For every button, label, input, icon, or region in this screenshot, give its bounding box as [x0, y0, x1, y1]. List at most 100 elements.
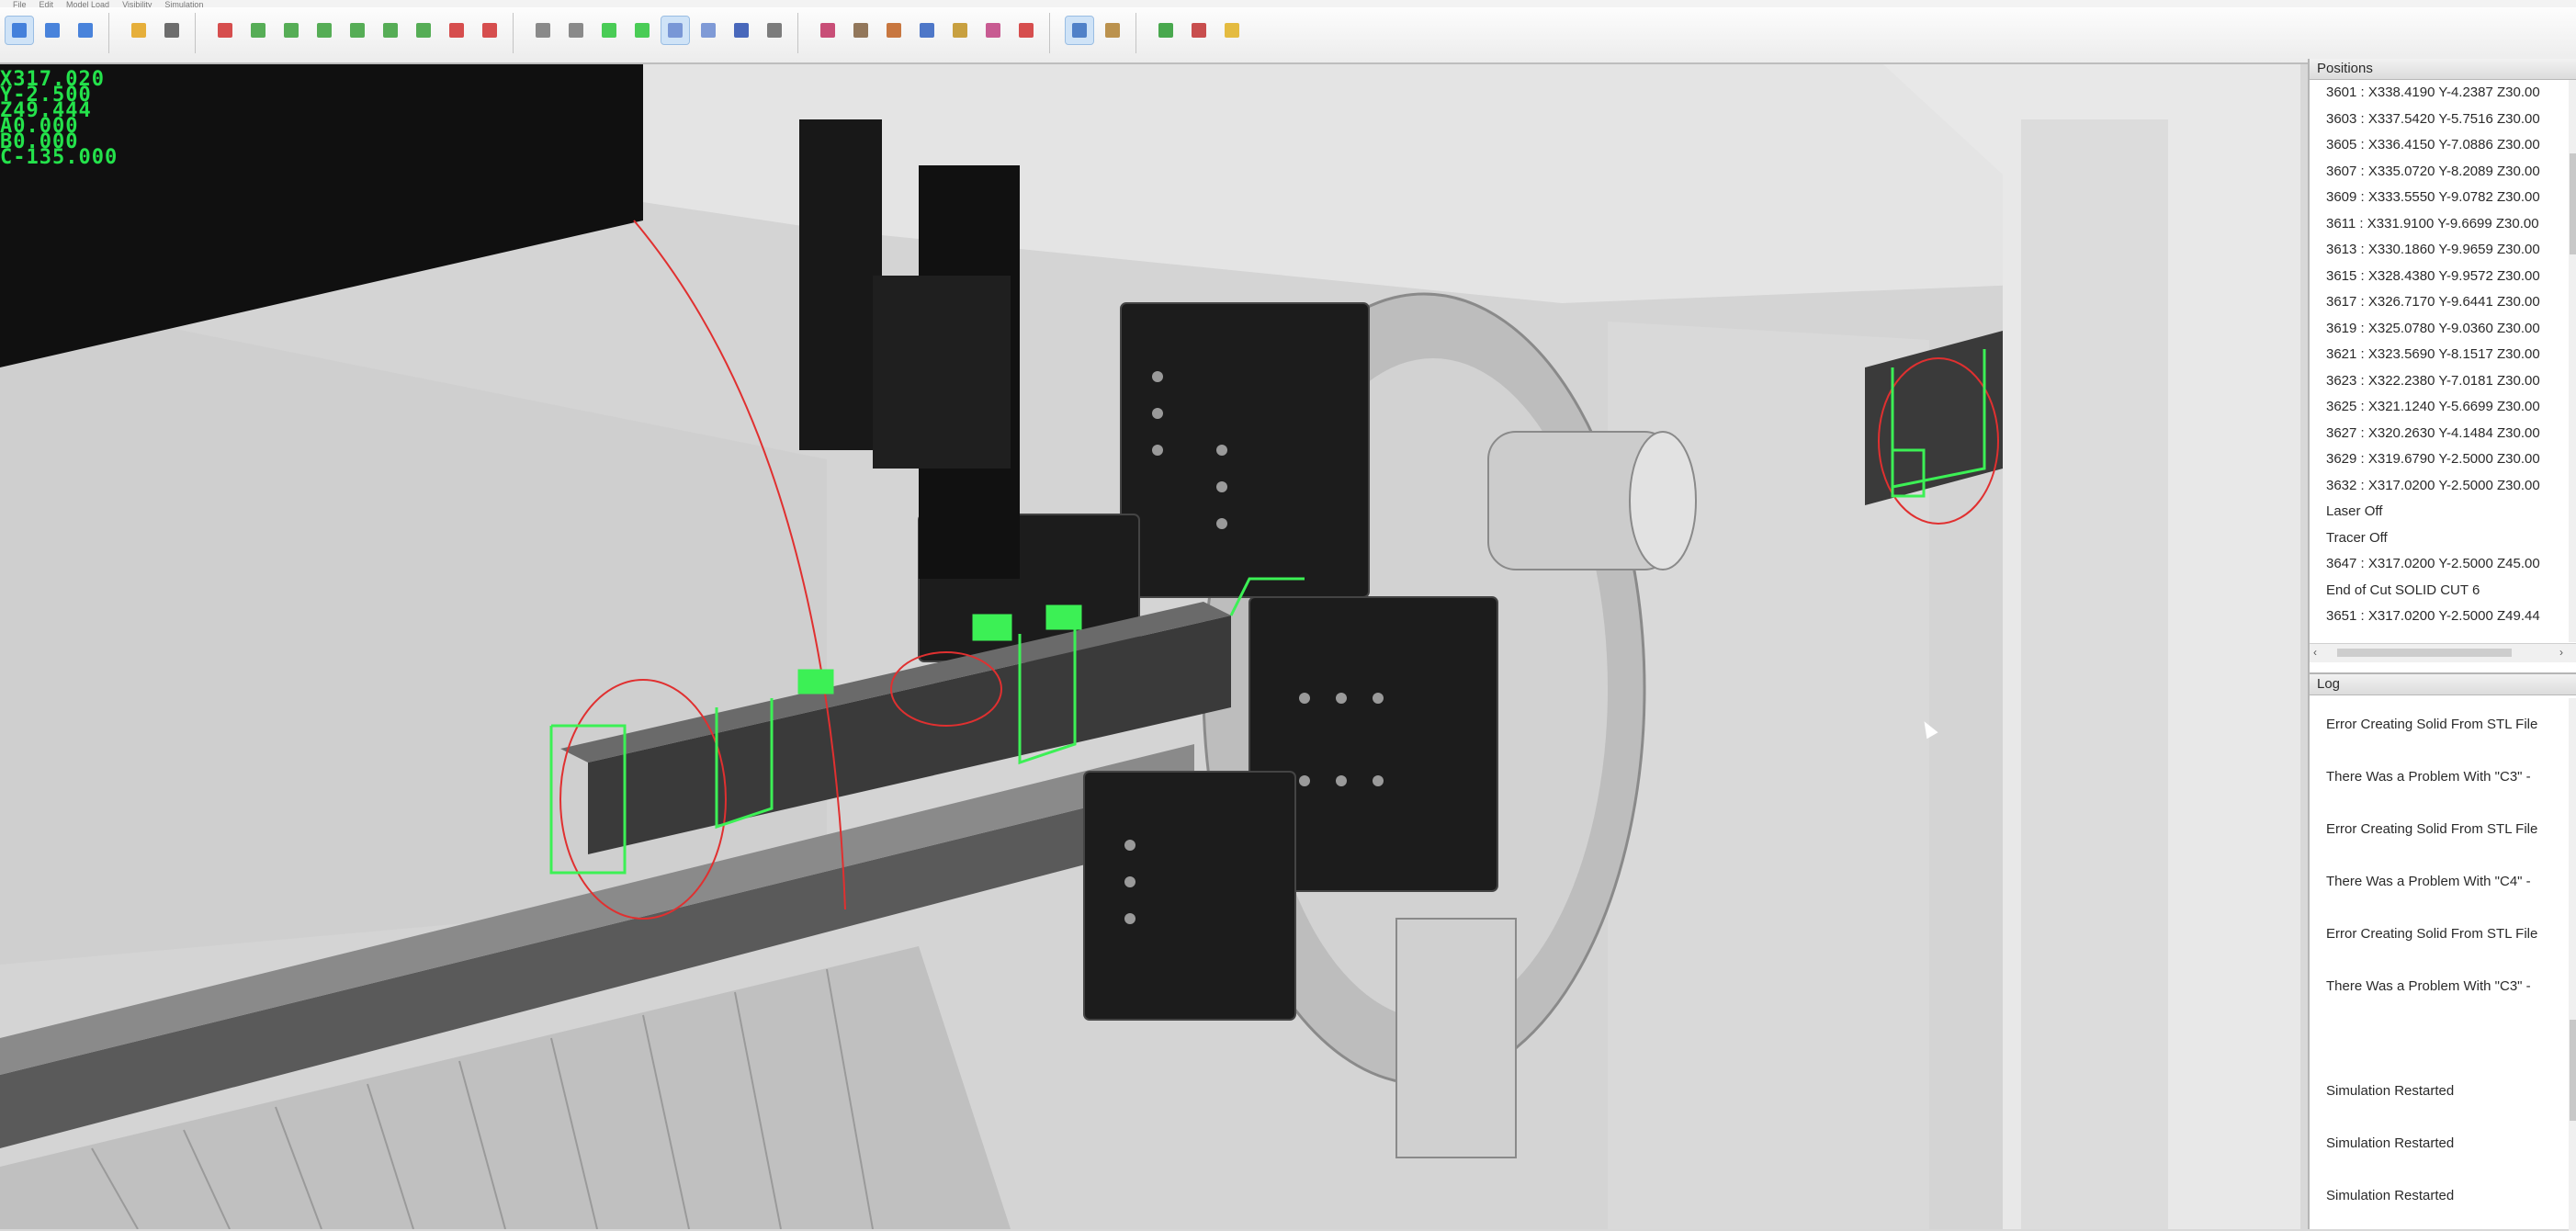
position-row[interactable]: 3603 : X337.5420 Y-5.7516 Z30.00: [2310, 107, 2567, 133]
log-title: Log: [2310, 674, 2576, 695]
sim-run-icon: [920, 23, 934, 38]
sim-start-button[interactable]: [814, 17, 842, 44]
view-back-icon: [416, 23, 431, 38]
position-row[interactable]: 3629 : X319.6790 Y-2.5000 Z30.00: [2310, 446, 2567, 473]
log-entry: Error Creating Solid From STL File: [2326, 926, 2538, 942]
log-entry: There Was a Problem With "C3" -: [2326, 978, 2531, 994]
position-row[interactable]: 3607 : X335.0720 Y-8.2089 Z30.00: [2310, 159, 2567, 186]
log-list[interactable]: Error Creating Solid From STL File There …: [2310, 698, 2569, 1231]
view-bottom-button[interactable]: [377, 17, 404, 44]
log-entry: Simulation Restarted: [2326, 1135, 2455, 1151]
scroll-left-icon[interactable]: ‹: [2313, 646, 2317, 659]
position-row[interactable]: 3615 : X328.4380 Y-9.9572 Z30.00: [2310, 264, 2567, 290]
wireframe-button[interactable]: [529, 17, 557, 44]
positions-panel: Positions 3601 : X338.4190 Y-4.2387 Z30.…: [2310, 59, 2576, 665]
collision-button[interactable]: [1152, 17, 1180, 44]
toggle-part-button[interactable]: [443, 17, 470, 44]
hidden-line-button[interactable]: [562, 17, 590, 44]
shaded-button[interactable]: [595, 17, 623, 44]
log-entry: Simulation Restarted: [2326, 1188, 2455, 1203]
sim-reverse-button[interactable]: [979, 17, 1007, 44]
settings-button[interactable]: [1218, 17, 1246, 44]
pan-hand-icon: [164, 23, 179, 38]
view-front-button[interactable]: [277, 17, 305, 44]
menu-bar[interactable]: File Edit Model Load Visibility Simulation: [0, 0, 2576, 7]
shaded-icon: [602, 23, 616, 38]
axis-triad-button[interactable]: [211, 17, 239, 44]
sim-pause-button[interactable]: [880, 17, 908, 44]
stock-button[interactable]: [761, 17, 788, 44]
sim-run-button[interactable]: [913, 17, 941, 44]
position-row[interactable]: 3617 : X326.7170 Y-9.6441 Z30.00: [2310, 289, 2567, 316]
menu-item[interactable]: Model Load: [66, 0, 109, 7]
view-iso-button[interactable]: [244, 17, 272, 44]
scroll-right-icon[interactable]: ›: [2559, 646, 2563, 659]
position-row[interactable]: 3611 : X331.9100 Y-9.6699 Z30.00: [2310, 211, 2567, 238]
view-back-button[interactable]: [410, 17, 437, 44]
sim-fast-button[interactable]: [946, 17, 974, 44]
select-frame-button[interactable]: [5, 16, 34, 45]
log-vertical-scrollbar[interactable]: [2569, 698, 2576, 1231]
toolbar-separator: [1135, 13, 1136, 53]
shaded-edges-button[interactable]: [628, 17, 656, 44]
measure-icon: [1105, 23, 1120, 38]
position-row[interactable]: 3623 : X322.2380 Y-7.0181 Z30.00: [2310, 368, 2567, 395]
menu-item[interactable]: Visibility: [122, 0, 152, 7]
sim-stop-button[interactable]: [1012, 17, 1040, 44]
position-row[interactable]: 3613 : X330.1860 Y-9.9659 Z30.00: [2310, 237, 2567, 264]
position-row[interactable]: 3621 : X323.5690 Y-8.1517 Z30.00: [2310, 342, 2567, 368]
position-row[interactable]: 3625 : X321.1240 Y-5.6699 Z30.00: [2310, 394, 2567, 421]
position-row[interactable]: 3609 : X333.5550 Y-9.0782 Z30.00: [2310, 185, 2567, 211]
log-entry: Error Creating Solid From STL File: [2326, 717, 2538, 732]
view-side-icon: [317, 23, 332, 38]
menu-item[interactable]: File: [13, 0, 27, 7]
zoom-extents-button[interactable]: [39, 17, 66, 44]
dro-readout: X317.020 Y-2.500 Z49.444 A0.000 B0.000 C-135.…: [0, 70, 119, 169]
toggle-path-button[interactable]: [476, 17, 503, 44]
toggle-part-icon: [449, 23, 464, 38]
position-row[interactable]: End of Cut SOLID CUT 6: [2310, 578, 2567, 604]
menu-item[interactable]: Simulation: [164, 0, 203, 7]
position-row[interactable]: 3601 : X338.4190 Y-4.2387 Z30.00: [2310, 80, 2567, 107]
toolbar-separator: [797, 13, 798, 53]
position-row[interactable]: 3651 : X317.0200 Y-2.5000 Z49.44: [2310, 604, 2567, 630]
position-row[interactable]: Laser Off: [2310, 499, 2567, 525]
scroll-thumb[interactable]: [2570, 153, 2576, 254]
position-row[interactable]: Tracer Off: [2310, 525, 2567, 552]
wireframe-icon: [536, 23, 550, 38]
transparent-button[interactable]: [661, 16, 690, 45]
position-row[interactable]: 3627 : X320.2630 Y-4.1484 Z30.00: [2310, 421, 2567, 447]
view-side-button[interactable]: [311, 17, 338, 44]
toolbar-separator: [1049, 13, 1050, 53]
measure-button[interactable]: [1099, 17, 1126, 44]
material-button[interactable]: [728, 17, 755, 44]
log-entry: Error Creating Solid From STL File: [2326, 821, 2538, 837]
position-row[interactable]: 3632 : X317.0200 Y-2.5000 Z30.00: [2310, 473, 2567, 500]
position-row[interactable]: 3647 : X317.0200 Y-2.5000 Z45.00: [2310, 551, 2567, 578]
scroll-thumb[interactable]: [2337, 649, 2512, 657]
menu-item[interactable]: Edit: [40, 0, 54, 7]
select-frame-icon: [12, 23, 27, 38]
axis-triad-icon: [218, 23, 232, 38]
tree-button[interactable]: [1185, 17, 1213, 44]
pointer-button[interactable]: [125, 17, 153, 44]
view-top-button[interactable]: [344, 17, 371, 44]
toolbar-separator: [108, 13, 109, 53]
dro-line: C-135.000: [0, 146, 119, 169]
collision-icon: [1158, 23, 1173, 38]
log-panel: Log Error Creating Solid From STL File Th…: [2310, 672, 2576, 1231]
view-fit-button[interactable]: [72, 17, 99, 44]
view-front-icon: [284, 23, 299, 38]
position-row[interactable]: 3605 : X336.4150 Y-7.0886 Z30.00: [2310, 132, 2567, 159]
outline-icon: [701, 23, 716, 38]
3d-viewport[interactable]: X317.020 Y-2.500 Z49.444 A0.000 B0.000 C-135.…: [0, 64, 2300, 1229]
positions-vertical-scrollbar[interactable]: [2569, 80, 2576, 642]
position-row[interactable]: 3619 : X325.0780 Y-9.0360 Z30.00: [2310, 316, 2567, 343]
pan-hand-button[interactable]: [158, 17, 186, 44]
positions-list[interactable]: 3601 : X338.4190 Y-4.2387 Z30.00 3603 : X…: [2310, 80, 2567, 640]
outline-button[interactable]: [695, 17, 722, 44]
pencil-button[interactable]: [1065, 16, 1094, 45]
sim-step-button[interactable]: [847, 17, 875, 44]
scroll-thumb[interactable]: [2570, 1020, 2576, 1121]
positions-horizontal-scrollbar[interactable]: ‹ ›: [2310, 643, 2576, 662]
